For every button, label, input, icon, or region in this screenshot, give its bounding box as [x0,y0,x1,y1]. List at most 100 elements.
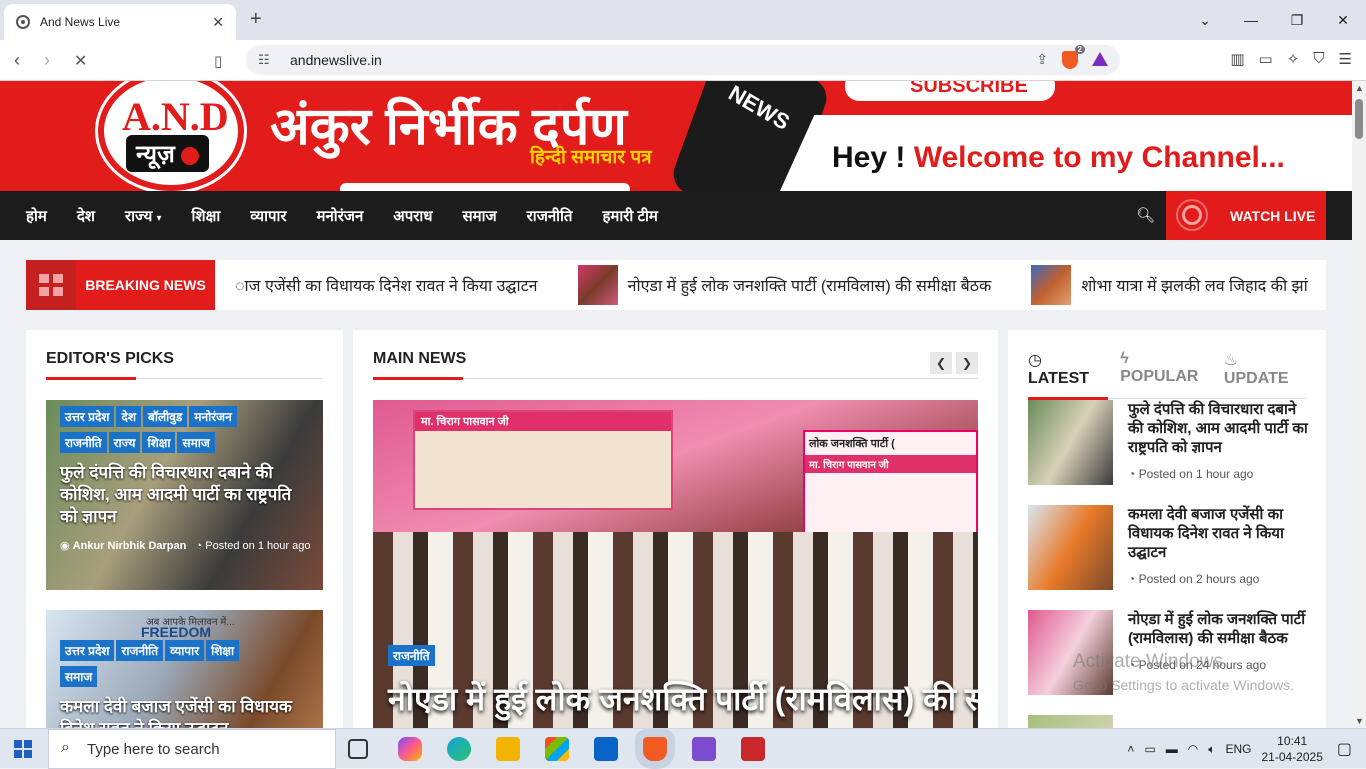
task-view-icon[interactable] [348,739,368,759]
site-favicon-icon [16,15,30,29]
post-tag[interactable]: देश [116,406,142,427]
browser-tab[interactable]: And News Live ✕ [4,4,236,40]
post-title[interactable]: कमला देवी बजाज एजेंसी का विधायक दिनेश रा… [60,696,313,728]
menu-item-home[interactable]: होम [26,206,47,226]
post-tag[interactable]: राज्य [108,432,141,453]
new-tab-icon[interactable]: + [250,8,262,31]
post-tag[interactable]: शिक्षा [206,640,240,661]
post-title[interactable]: नोएडा में हुई लोक जनशक्ति पार्टी (रामविल… [1128,610,1308,648]
prev-arrow-icon[interactable]: ❮ [930,352,952,374]
share-icon[interactable]: ⇪ [1036,51,1048,69]
post-tag[interactable]: व्यापार [165,640,205,661]
post-tag[interactable]: समाज [60,666,98,687]
brave-browser-icon[interactable] [643,737,667,761]
page-scrollbar[interactable]: ▲ ▼ [1352,81,1366,728]
ticker-thumbnail[interactable] [577,265,618,305]
editors-pick-post[interactable]: उत्तर प्रदेश देश बॉलीवुड मनोरंजन राजनीति राज… [46,400,323,590]
image-banner: मा. चिराग पासवान जी [413,410,673,510]
scroll-down-icon[interactable]: ▼ [1355,716,1364,726]
latest-post[interactable] [1028,715,1308,728]
forward-icon[interactable]: › [44,50,50,71]
vpn-icon[interactable]: ⛉ [1313,50,1324,68]
post-tag[interactable]: उत्तर प्रदेश [60,406,115,427]
battery-icon[interactable]: ▬ [1166,742,1178,756]
back-icon[interactable]: ‹ [14,50,20,71]
subscribe-badge: SUBSCRIBE [845,81,1055,101]
tab-update[interactable]: ♨ UPDATE [1224,350,1306,388]
mail-icon[interactable] [594,737,618,761]
latest-post[interactable]: कमला देवी बजाज एजेंसी का विधायक दिनेश रा… [1028,505,1308,591]
site-logo[interactable]: A.N.D न्यूज़ [98,81,244,191]
close-tab-icon[interactable]: ✕ [212,14,224,31]
header-banner[interactable]: NEWS SUBSCRIBE Hey ! Welcome to my Chann… [0,81,1352,191]
welcome-channel-text: Welcome to my Channel... [913,141,1285,174]
post-title[interactable]: कमला देवी बजाज एजेंसी का विधायक दिनेश रा… [1128,505,1308,562]
brave-rewards-icon[interactable] [1092,52,1108,66]
leo-ai-icon[interactable]: ✧ [1287,50,1300,68]
tab-popular[interactable]: ϟ POPULAR [1120,350,1210,388]
app-icon[interactable] [741,737,765,761]
visual-studio-icon[interactable] [692,737,716,761]
wifi-icon[interactable]: ◠ [1188,742,1198,756]
activate-windows-subtitle: Go to Settings to activate Windows. [1073,677,1294,693]
url-bar[interactable]: ☷ andnewslive.in ⇪ 2 [246,45,1120,75]
volume-icon[interactable]: 🔈︎ [1208,742,1215,757]
menu-item-samaj[interactable]: समाज [463,206,497,226]
stop-loading-icon[interactable]: ✕ [74,51,87,71]
post-tag[interactable]: राजनीति [116,640,164,661]
close-window-icon[interactable]: ✕ [1320,12,1366,29]
tab-latest[interactable]: ◷ LATEST [1028,350,1106,388]
network-icon[interactable]: ▭ [1144,742,1155,756]
post-title[interactable]: फुले दंपत्ति की विचारधारा दबाने की कोशिश… [1128,400,1308,457]
post-title[interactable]: फुले दंपत्ति की विचारधारा दबाने की कोशिश… [60,462,313,528]
ticker-item[interactable]: शोभा यात्रा में झलकी लव जिहाद की झां [1081,274,1307,296]
post-tag[interactable]: मनोरंजन [189,406,237,427]
site-settings-icon[interactable]: ☷ [258,52,274,68]
scroll-thumb[interactable] [1355,99,1363,139]
clock[interactable]: 10:41 21-04-2025 [1261,733,1322,765]
main-news-title[interactable]: नोएडा में हुई लोक जनशक्ति पार्टी (रामविल… [388,677,978,720]
minimize-icon[interactable]: — [1228,12,1274,28]
windows-start-icon[interactable] [14,740,32,758]
menu-item-vyapar[interactable]: व्यापार [250,206,286,226]
menu-item-manoranjan[interactable]: मनोरंजन [317,206,364,226]
search-icon[interactable]: 🔍︎ [1136,206,1155,224]
menu-item-rajya[interactable]: राज्य ▾ [125,206,162,226]
post-tag[interactable]: राजनीति [60,432,107,453]
watch-live-label: WATCH LIVE [1230,207,1316,224]
ticker-item[interactable]: नोएडा में हुई लोक जनशक्ति पार्टी (रामविल… [628,274,992,296]
tab-search-chevron-icon[interactable]: ⌄ [1182,12,1228,29]
menu-icon[interactable]: ☰ [1339,50,1352,68]
main-news-slide[interactable]: मा. चिराग पासवान जी लोक जनशक्ति पार्टी (… [373,400,978,728]
notification-icon[interactable]: ▢ [1337,739,1352,759]
menu-item-desh[interactable]: देश [77,206,95,226]
next-arrow-icon[interactable]: ❯ [956,352,978,374]
copilot-icon[interactable] [398,737,422,761]
watch-live-button[interactable]: WATCH LIVE [1166,191,1326,240]
ticker-thumbnail[interactable] [1031,265,1072,305]
post-tag[interactable]: उत्तर प्रदेश [60,640,115,661]
menu-item-team[interactable]: हमारी टीम [602,206,657,226]
store-icon[interactable] [545,737,569,761]
restore-icon[interactable]: ❐ [1274,12,1320,29]
sidebar-toggle-icon[interactable]: ▥ [1230,50,1244,68]
menu-item-shiksha[interactable]: शिक्षा [192,206,221,226]
editors-pick-post[interactable]: अब आपके मिलावन में... FREEDOM उत्तर प्रद… [46,610,323,728]
taskbar-search-box[interactable]: ⌕ Type here to search [48,729,336,769]
latest-post[interactable]: फुले दंपत्ति की विचारधारा दबाने की कोशिश… [1028,400,1308,486]
language-indicator[interactable]: ENG [1225,742,1251,756]
ticker-item[interactable]: ाज एजेंसी का विधायक दिनेश रावत ने किया उ… [235,274,538,296]
brave-shields-icon[interactable]: 2 [1062,45,1085,69]
wallet-icon[interactable]: ▭ [1259,50,1273,68]
chevron-up-icon[interactable]: ˄ [1127,742,1134,756]
edge-icon[interactable] [447,737,471,761]
menu-item-apradh[interactable]: अपराध [393,206,432,226]
post-tag[interactable]: बॉलीवुड [143,406,188,427]
bookmark-icon[interactable]: ▯ [214,52,222,70]
file-explorer-icon[interactable] [496,737,520,761]
post-tag[interactable]: समाज [177,432,215,453]
menu-item-rajniti[interactable]: राजनीति [527,206,573,226]
scroll-up-icon[interactable]: ▲ [1355,83,1364,93]
main-news-tag[interactable]: राजनीति [388,645,435,666]
post-tag[interactable]: शिक्षा [142,432,176,453]
